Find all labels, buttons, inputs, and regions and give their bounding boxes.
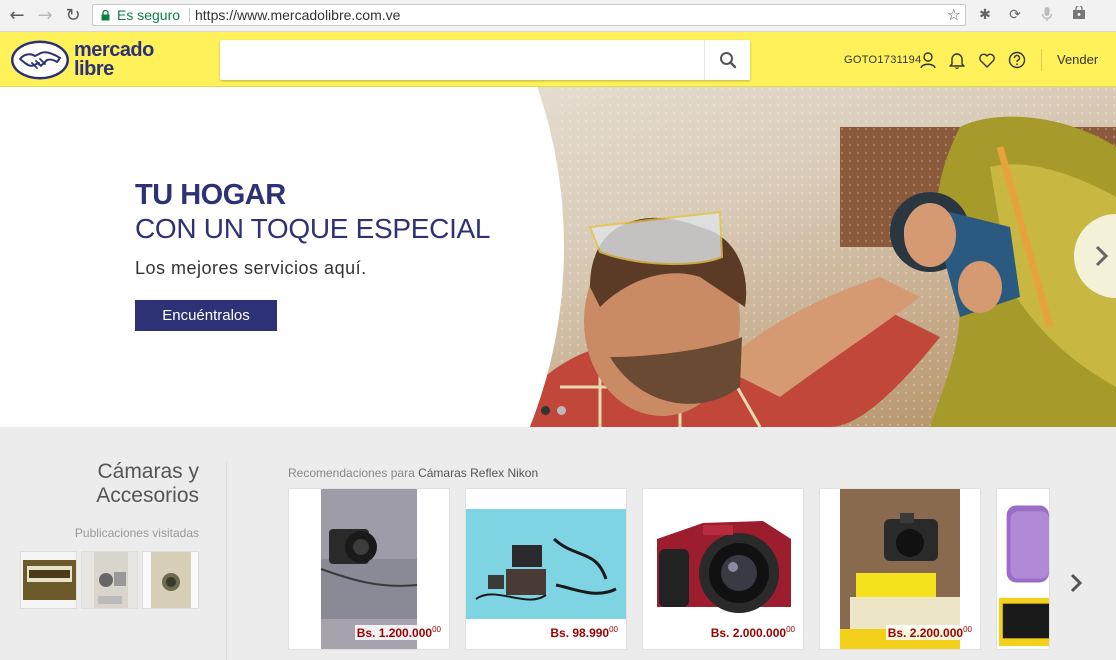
browser-toolbar: ← → ↻ Es seguro https://www.mercadolibre… <box>0 0 1116 32</box>
product-card[interactable] <box>996 488 1050 650</box>
product-price: Bs. 2.000.00000 <box>708 625 797 640</box>
search-button[interactable] <box>704 40 750 80</box>
product-price: Bs. 1.200.00000 <box>354 625 443 640</box>
recommendations-prefix: Recomendaciones para <box>288 466 415 480</box>
hero-cta-button[interactable]: Encuéntralos <box>135 300 277 331</box>
lock-store-icon[interactable] <box>1070 4 1088 24</box>
visited-label: Publicaciones visitadas <box>74 526 199 540</box>
mic-icon[interactable] <box>1038 6 1056 24</box>
hero-subtitle: CON UN TOQUE ESPECIAL <box>135 213 491 244</box>
user-icon[interactable] <box>918 50 938 70</box>
visited-thumbnail <box>143 552 198 608</box>
header-divider <box>1041 49 1042 71</box>
heart-icon[interactable] <box>977 50 997 70</box>
visited-thumbnail <box>82 552 137 608</box>
product-image <box>997 491 1049 647</box>
carousel-dot[interactable] <box>557 406 566 415</box>
recommendations-topic[interactable]: Cámaras Reflex Nikon <box>418 466 538 480</box>
help-icon[interactable] <box>1007 50 1027 70</box>
search-bar <box>220 40 750 80</box>
visited-item[interactable] <box>142 551 199 609</box>
product-card[interactable]: Bs. 2.000.00000 <box>642 488 804 650</box>
chevron-right-icon[interactable] <box>1064 568 1088 598</box>
logo-text-libre: libre <box>74 58 114 80</box>
category-title[interactable]: Cámaras y Accesorios <box>40 460 199 508</box>
hero-banner[interactable]: TU HOGAR CON UN TOQUE ESPECIAL Los mejor… <box>0 87 1116 427</box>
address-bar[interactable]: Es seguro https://www.mercadolibre.com.v… <box>92 4 966 26</box>
product-card[interactable]: Bs. 98.99000 <box>465 488 627 650</box>
omnibox-divider <box>189 8 190 22</box>
sync-icon[interactable]: ⟳ <box>1006 6 1024 24</box>
lock-icon <box>101 10 110 21</box>
search-input[interactable] <box>220 40 704 80</box>
mercadolibre-logo[interactable]: mercado libre <box>10 38 180 82</box>
carousel-dot-active[interactable] <box>541 406 550 415</box>
forward-arrow-icon[interactable]: → <box>34 5 56 27</box>
secure-label: Es seguro <box>117 7 181 23</box>
product-price: Bs. 98.99000 <box>548 625 620 640</box>
section-divider <box>226 462 227 660</box>
visited-thumbnail <box>21 552 76 608</box>
product-card[interactable]: Bs. 1.200.00000 <box>288 488 450 650</box>
bell-icon[interactable] <box>947 50 967 70</box>
site-header: mercado libre GOTO1731194 Vender <box>0 32 1116 87</box>
recommendations-section: Cámaras y Accesorios Publicaciones visit… <box>0 427 1116 660</box>
chevron-right-icon <box>1095 245 1109 267</box>
handshake-logo-icon <box>11 40 69 80</box>
reload-icon[interactable]: ↻ <box>62 5 84 27</box>
extension-icon[interactable]: ✱ <box>976 6 994 24</box>
star-icon[interactable]: ☆ <box>947 5 961 24</box>
recommendations-label: Recomendaciones para Cámaras Reflex Niko… <box>288 466 538 480</box>
visited-item[interactable] <box>81 551 138 609</box>
product-price: Bs. 2.200.00000 <box>885 625 974 640</box>
search-icon <box>720 52 737 69</box>
product-card[interactable]: Bs. 2.200.00000 <box>819 488 981 650</box>
back-arrow-icon[interactable]: ← <box>6 5 28 27</box>
username-link[interactable]: GOTO1731194 <box>844 54 922 66</box>
hero-text-panel <box>0 87 564 427</box>
visited-item[interactable] <box>20 551 77 609</box>
url-text[interactable]: https://www.mercadolibre.com.ve <box>195 7 400 23</box>
hero-title: TU HOGAR <box>135 179 286 211</box>
sell-link[interactable]: Vender <box>1057 52 1098 67</box>
hero-tagline: Los mejores servicios aquí. <box>135 258 367 278</box>
